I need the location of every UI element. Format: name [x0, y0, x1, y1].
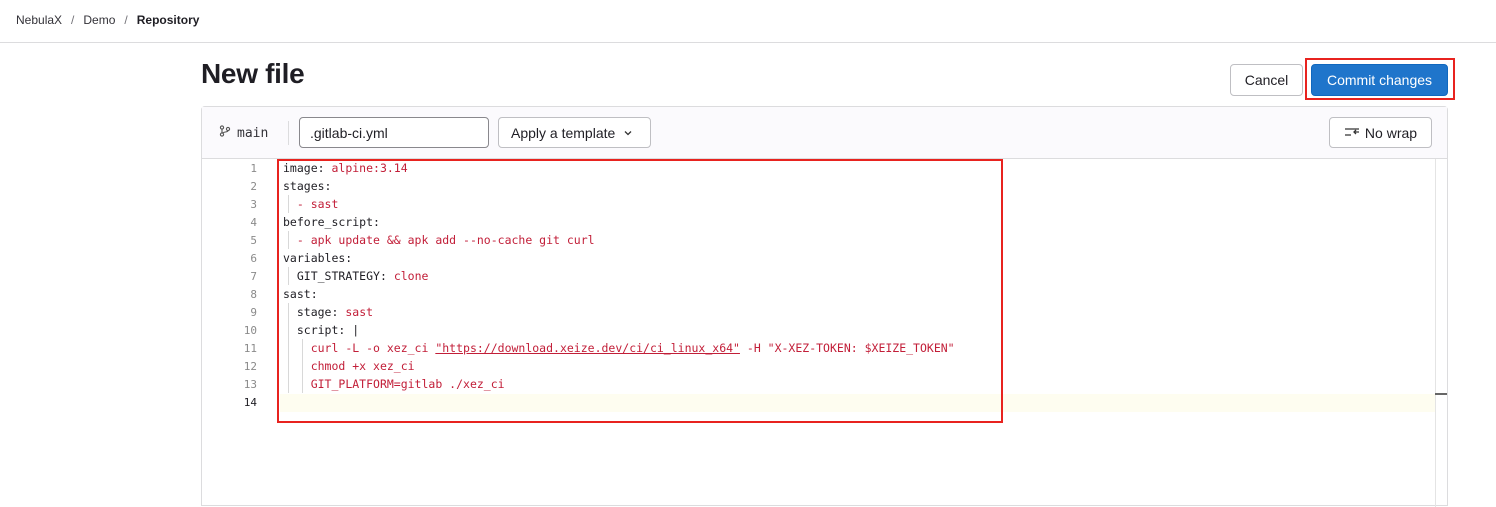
code-line: before_script: — [283, 215, 380, 229]
code-line: - apk update && apk add --no-cache git c… — [296, 233, 595, 247]
line-number: 10 — [243, 324, 257, 337]
line-number: 11 — [243, 342, 257, 355]
line-number: 12 — [243, 360, 257, 373]
line-number: 13 — [243, 378, 257, 391]
code-line: image: alpine:3.14 — [283, 161, 408, 175]
line-number-active: 14 — [243, 396, 257, 409]
line-number: 1 — [250, 162, 257, 175]
line-number: 2 — [250, 180, 257, 193]
code-line: curl -L -o xez_ci "https://download.xeiz… — [310, 341, 955, 355]
code-line: GIT_PLATFORM=gitlab ./xez_ci — [310, 377, 505, 391]
branch-name: main — [237, 125, 269, 141]
line-number: 4 — [250, 216, 257, 229]
cursor-position-marker — [1435, 393, 1447, 395]
editor-scrollbar[interactable] — [1435, 159, 1436, 507]
breadcrumb: NebulaX / Demo / Repository — [16, 11, 199, 29]
code-line: sast: — [283, 287, 318, 301]
cancel-button[interactable]: Cancel — [1230, 64, 1303, 96]
header-divider — [0, 42, 1496, 43]
wrap-icon — [1344, 125, 1360, 141]
filename-input[interactable] — [299, 117, 489, 148]
breadcrumb-current[interactable]: Repository — [137, 13, 200, 27]
breadcrumb-item-demo[interactable]: Demo — [83, 13, 115, 27]
breadcrumb-separator: / — [124, 13, 128, 27]
code-line: - sast — [296, 197, 339, 211]
line-number: 3 — [250, 198, 257, 211]
apply-template-label: Apply a template — [511, 124, 616, 141]
code-line: variables: — [283, 251, 353, 265]
commit-changes-button[interactable]: Commit changes — [1311, 64, 1448, 96]
code-line: stages: — [283, 179, 332, 193]
line-number: 7 — [250, 270, 257, 283]
editor-toolbar: main Apply a template No wrap — [202, 107, 1447, 159]
line-number: 5 — [250, 234, 257, 247]
code-line: GIT_STRATEGY: clone — [296, 269, 429, 283]
code-line: stage: sast — [296, 305, 374, 319]
no-wrap-label: No wrap — [1364, 124, 1418, 141]
code-line: script: | — [296, 323, 360, 337]
breadcrumb-item-nebulax[interactable]: NebulaX — [16, 13, 62, 27]
line-number: 9 — [250, 306, 257, 319]
code-area[interactable]: 1 2 3 4 5 6 7 8 9 10 11 12 13 14 image: … — [202, 159, 1447, 507]
line-number: 6 — [250, 252, 257, 265]
file-editor: main Apply a template No wrap 1 2 3 4 5 … — [201, 106, 1448, 507]
toolbar-divider — [288, 121, 289, 145]
line-number-gutter: 1 2 3 4 5 6 7 8 9 10 11 12 13 14 — [202, 159, 270, 507]
no-wrap-button[interactable]: No wrap — [1329, 117, 1432, 148]
current-line-highlight — [280, 394, 1435, 412]
line-number: 8 — [250, 288, 257, 301]
apply-template-dropdown[interactable]: Apply a template — [498, 117, 651, 148]
branch-indicator: main — [219, 124, 268, 142]
breadcrumb-separator: / — [71, 13, 75, 27]
chevron-down-icon — [623, 125, 633, 141]
code-line: chmod +x xez_ci — [310, 359, 415, 373]
download-url-link[interactable]: "https://download.xeize.dev/ci/ci_linux_… — [435, 341, 740, 355]
branch-icon — [219, 125, 231, 141]
page-title: New file — [201, 58, 305, 89]
